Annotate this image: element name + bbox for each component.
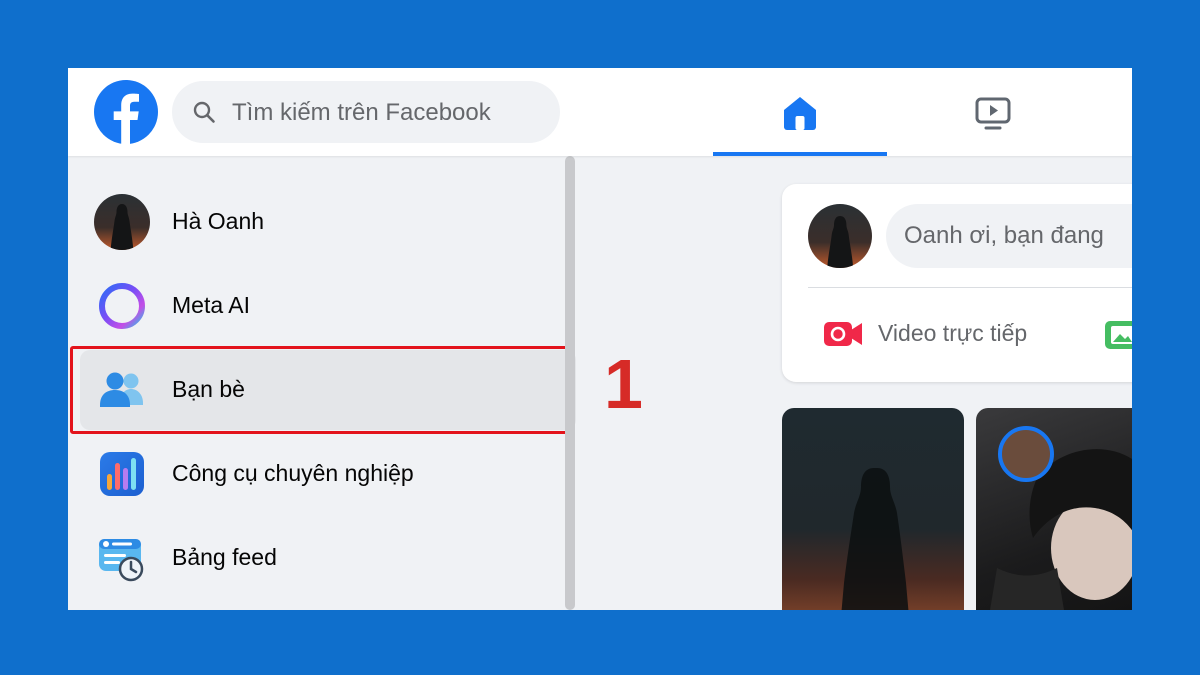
search-bar[interactable] xyxy=(172,81,560,143)
live-video-icon xyxy=(824,322,862,346)
composer-avatar xyxy=(808,204,872,268)
post-composer-card: Oanh ơi, bạn đang Video trực tiếp xyxy=(782,184,1132,382)
composer-divider xyxy=(808,287,1132,288)
video-icon xyxy=(975,97,1011,130)
story-photo-person xyxy=(990,449,1132,610)
profile-avatar xyxy=(94,194,150,250)
sidebar-item-profile[interactable]: Hà Oanh xyxy=(80,182,576,262)
sidebar-item-label: Bạn bè xyxy=(172,376,245,402)
story-friend-avatar xyxy=(998,426,1054,482)
facebook-window: Hà Oanh Meta AI xyxy=(68,68,1132,610)
sidebar-item-label: Hà Oanh xyxy=(172,208,265,234)
annotation-step-number: 1 xyxy=(604,345,643,423)
feeds-icon xyxy=(99,539,144,582)
active-tab-indicator xyxy=(713,152,887,156)
sidebar-item-professional-tools[interactable]: Công cụ chuyên nghiệp xyxy=(80,434,576,514)
search-icon xyxy=(193,101,215,123)
whats-on-your-mind-input[interactable]: Oanh ơi, bạn đang xyxy=(886,204,1132,268)
home-icon xyxy=(784,97,816,130)
sidebar-item-friends[interactable]: Bạn bè xyxy=(80,350,576,430)
sidebar-item-label: Công cụ chuyên nghiệp xyxy=(172,460,414,486)
facebook-logo-icon[interactable] xyxy=(94,80,158,144)
top-navigation-bar xyxy=(68,68,1132,156)
sidebar-item-feeds[interactable]: Bảng feed xyxy=(80,518,576,598)
sidebar-item-label: Bảng feed xyxy=(172,544,277,570)
live-video-label: Video trực tiếp xyxy=(878,320,1028,346)
composer-prompt-text: Oanh ơi, bạn đang xyxy=(904,222,1104,249)
left-sidebar: Hà Oanh Meta AI Bạn bè Công cụ chuyên ng… xyxy=(68,156,580,610)
tab-video[interactable] xyxy=(948,68,1038,156)
search-input[interactable] xyxy=(230,93,544,133)
sidebar-item-label: Meta AI xyxy=(172,292,250,318)
professional-tools-icon xyxy=(100,452,144,496)
tab-home[interactable] xyxy=(713,68,887,156)
story-photo-silhouette xyxy=(841,468,909,610)
friends-icon xyxy=(100,372,143,407)
photo-video-icon[interactable] xyxy=(1102,318,1132,352)
sidebar-scrollbar[interactable] xyxy=(565,156,575,610)
sidebar-item-meta-ai[interactable]: Meta AI xyxy=(80,266,576,346)
meta-ai-icon xyxy=(99,283,145,329)
story-card-own[interactable] xyxy=(782,408,964,610)
story-card-friend[interactable] xyxy=(976,408,1132,610)
